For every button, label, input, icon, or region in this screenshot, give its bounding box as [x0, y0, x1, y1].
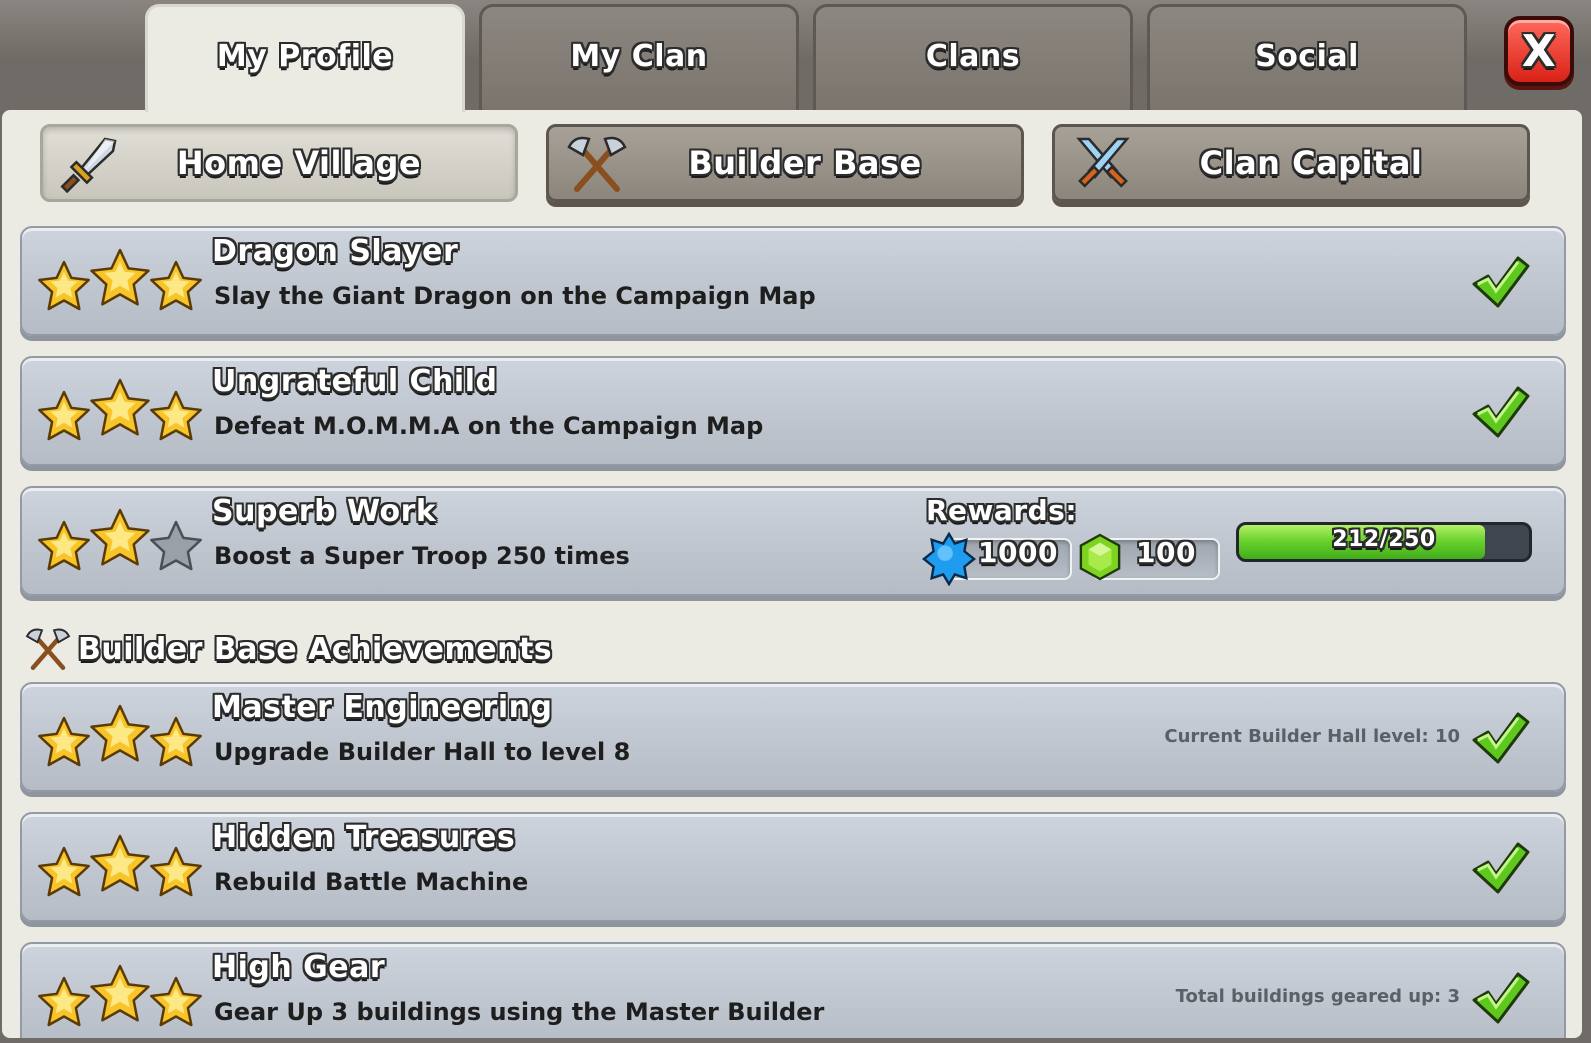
rewards-label: Rewards:: [926, 494, 1078, 527]
achievement-card: Hidden Treasures Rebuild Battle Machine: [20, 812, 1566, 922]
tab-social[interactable]: Social: [1147, 4, 1467, 112]
close-button[interactable]: X: [1504, 16, 1574, 86]
stars-rating: [38, 378, 202, 441]
progress-bar: 212/250: [1236, 522, 1532, 562]
xp-reward-value: 1000: [978, 536, 1058, 569]
tab-label: My Clan: [570, 39, 708, 74]
check-icon: [1472, 972, 1530, 1024]
achievement-title: Master Engineering: [212, 690, 553, 725]
tab-my-profile[interactable]: My Profile: [145, 4, 465, 112]
achievement-title: Dragon Slayer: [212, 234, 459, 269]
progress-text: 212/250: [1332, 527, 1436, 552]
subtab-label: Clan Capital: [1199, 144, 1423, 182]
stars-rating: [38, 248, 202, 311]
achievement-title: Hidden Treasures: [212, 820, 516, 855]
tab-label: My Profile: [216, 39, 394, 74]
achievement-description: Slay the Giant Dragon on the Campaign Ma…: [214, 282, 816, 310]
stars-rating: [38, 508, 202, 571]
status-note: Current Builder Hall level: 10: [1164, 726, 1460, 747]
achievement-card: Dragon Slayer Slay the Giant Dragon on t…: [20, 226, 1566, 336]
status-note: Total buildings geared up: 3: [1175, 986, 1460, 1007]
achievement-title: Superb Work: [212, 494, 437, 529]
tab-label: Social: [1255, 39, 1359, 74]
builder-base-heading: Builder Base Achievements: [24, 624, 552, 674]
check-icon: [1472, 256, 1530, 308]
stars-rating: [38, 964, 202, 1027]
main-panel: Home Village Builder Base Clan Capital D…: [2, 110, 1582, 1038]
check-icon: [1472, 842, 1530, 894]
achievement-card: High Gear Gear Up 3 buildings using the …: [20, 942, 1566, 1038]
subtab-clan-capital[interactable]: Clan Capital: [1052, 124, 1530, 202]
subtab-label: Home Village: [176, 144, 422, 182]
achievement-description: Boost a Super Troop 250 times: [214, 542, 630, 570]
achievement-title: Ungrateful Child: [212, 364, 498, 399]
achievement-card: Master Engineering Upgrade Builder Hall …: [20, 682, 1566, 792]
stars-rating: [38, 834, 202, 897]
achievement-card: Superb Work Boost a Super Troop 250 time…: [20, 486, 1566, 596]
achievement-description: Defeat M.O.M.M.A on the Campaign Map: [214, 412, 764, 440]
stars-rating: [38, 704, 202, 767]
star-empty-icon: [150, 520, 202, 571]
crossed-axes-icon: [25, 628, 71, 670]
achievement-description: Gear Up 3 buildings using the Master Bui…: [214, 998, 825, 1026]
achievement-description: Upgrade Builder Hall to level 8: [214, 738, 631, 766]
subtab-builder-base[interactable]: Builder Base: [546, 124, 1024, 202]
gem-icon: [1079, 533, 1121, 581]
achievement-title: High Gear: [212, 950, 386, 985]
achievement-description: Rebuild Battle Machine: [214, 868, 529, 896]
xp-star-icon: [922, 532, 976, 586]
gem-reward-value: 100: [1136, 536, 1196, 569]
tab-clans[interactable]: Clans: [813, 4, 1133, 112]
check-icon: [1472, 712, 1530, 764]
section-title: Builder Base Achievements: [78, 631, 553, 667]
tab-my-clan[interactable]: My Clan: [479, 4, 799, 112]
subtab-label: Builder Base: [688, 144, 922, 182]
close-icon: X: [1521, 25, 1557, 77]
check-icon: [1472, 386, 1530, 438]
tab-label: Clans: [925, 39, 1021, 74]
subtab-home-village[interactable]: Home Village: [40, 124, 518, 202]
achievement-card: Ungrateful Child Defeat M.O.M.M.A on the…: [20, 356, 1566, 466]
